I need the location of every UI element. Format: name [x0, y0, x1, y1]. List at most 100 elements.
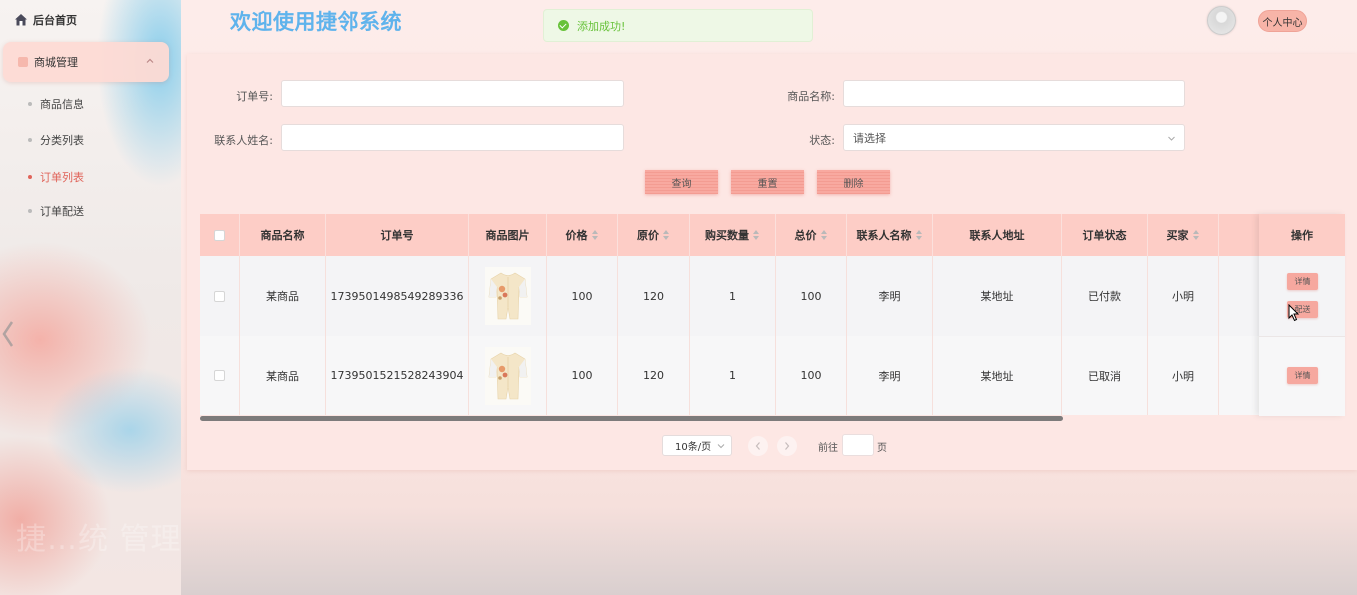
bullet-icon [28, 138, 32, 142]
prev-page-button[interactable] [748, 436, 768, 456]
goods-image-cell [469, 256, 547, 336]
sort-icon[interactable] [591, 230, 599, 240]
table-header: 商品名称 订单号 商品图片 价格 原价 购买数量 总价 联系人名称 联系人地址 … [200, 214, 1345, 256]
column-header-sortable[interactable]: 价格 [547, 214, 618, 256]
buyer-cell: 小明 [1148, 256, 1219, 336]
row-select-cell [200, 256, 240, 336]
original-price-cell: 120 [618, 256, 690, 336]
goods-name-cell: 某商品 [240, 256, 326, 336]
page-size-select[interactable]: 10条/页 [662, 435, 732, 456]
operations-column: 操作 详情 配送 详情 [1259, 214, 1345, 416]
sort-icon[interactable] [753, 230, 760, 240]
goods-name-input[interactable] [843, 80, 1185, 107]
sidebar-home[interactable]: 后台首页 [14, 11, 77, 29]
page-title: 欢迎使用捷邻系统 [230, 10, 402, 34]
reset-button[interactable]: 重置 [731, 170, 804, 194]
operations-cell: 详情 [1259, 337, 1345, 416]
chevron-down-icon [717, 444, 725, 449]
query-button[interactable]: 查询 [645, 170, 718, 194]
mouse-cursor-icon [1288, 304, 1300, 322]
column-header-sortable[interactable]: 联系人名称 [847, 214, 933, 256]
column-header-sortable[interactable]: 买家 [1148, 214, 1219, 256]
column-header-label: 价格 [565, 229, 588, 242]
contact-name-label: 联系人姓名: [214, 134, 273, 147]
order-no-input[interactable] [281, 80, 624, 107]
column-header-label: 商品图片 [485, 229, 530, 242]
total-price-cell: 100 [776, 256, 847, 336]
order-status-cell: 已付款 [1062, 256, 1148, 336]
column-header-label: 总价 [794, 229, 817, 242]
sidebar-item-order-delivery[interactable]: 订单配送 [28, 203, 84, 219]
page-jump-input[interactable] [842, 434, 874, 456]
sort-icon[interactable] [820, 230, 828, 240]
bullet-icon [28, 209, 32, 213]
price-cell: 100 [547, 256, 618, 336]
sidebar-item-order-list[interactable]: 订单列表 [28, 169, 84, 185]
check-circle-icon [558, 20, 569, 31]
quantity-cell: 1 [690, 256, 776, 336]
chevron-left-icon[interactable] [0, 318, 16, 350]
bullet-icon [28, 175, 32, 179]
order-no-cell: 1739501498549289336 [326, 256, 469, 336]
profile-center-button[interactable]: 个人中心 [1258, 10, 1307, 32]
sort-icon[interactable] [1192, 230, 1200, 240]
detail-button[interactable]: 详情 [1287, 367, 1318, 384]
buyer-cell: 小明 [1148, 336, 1219, 415]
orders-table: 商品名称 订单号 商品图片 价格 原价 购买数量 总价 联系人名称 联系人地址 … [200, 214, 1345, 416]
contact-name-input[interactable] [281, 124, 624, 151]
column-header-sortable[interactable]: 总价 [776, 214, 847, 256]
page-suffix-label: 页 [877, 443, 887, 454]
baby-romper-image[interactable] [484, 267, 531, 325]
operations-cell: 详情 配送 [1259, 256, 1345, 337]
order-no-label: 订单号: [236, 90, 273, 103]
status-label: 状态: [809, 134, 835, 147]
row-checkbox[interactable] [214, 290, 225, 302]
goto-label: 前往 [818, 443, 838, 454]
goods-name-label: 商品名称: [787, 90, 835, 103]
table-row: 某商品 1739501521528243904 100 120 1 100 李明… [200, 336, 1345, 415]
detail-button[interactable]: 详情 [1287, 273, 1318, 290]
order-no-cell: 1739501521528243904 [326, 336, 469, 415]
sidebar: 后台首页 商城管理 商品信息 分类列表 订单列表 订单配送 捷…统 管理端2 [0, 0, 181, 595]
store-icon [18, 57, 28, 67]
contact-address-cell: 某地址 [933, 336, 1062, 415]
total-price-cell: 100 [776, 336, 847, 415]
table-horizontal-scrollbar[interactable] [200, 416, 1063, 421]
column-header: 联系人地址 [933, 214, 1062, 256]
column-header-label: 商品名称 [260, 229, 305, 242]
baby-romper-image[interactable] [484, 346, 531, 405]
row-checkbox[interactable] [214, 370, 225, 381]
price-cell: 100 [547, 336, 618, 415]
column-header-label: 原价 [637, 229, 659, 242]
column-header-sortable[interactable]: 购买数量 [690, 214, 776, 256]
row-select-cell [200, 336, 240, 415]
status-select[interactable]: 请选择 [843, 124, 1185, 151]
sidebar-home-label: 后台首页 [33, 14, 77, 27]
sidebar-group-label: 商城管理 [34, 56, 78, 69]
column-header: 商品图片 [469, 214, 547, 256]
sort-icon[interactable] [915, 230, 923, 240]
success-toast: 添加成功! [543, 9, 813, 42]
goods-image-cell [469, 336, 547, 415]
column-header: 订单状态 [1062, 214, 1148, 256]
column-header: 订单号 [326, 214, 469, 256]
chevron-down-icon [1168, 136, 1175, 141]
sidebar-item-label: 商品信息 [40, 98, 84, 111]
sidebar-group-mall[interactable]: 商城管理 [3, 42, 169, 82]
status-select-value: 请选择 [853, 131, 886, 145]
sidebar-item-category-list[interactable]: 分类列表 [28, 132, 84, 148]
sort-icon[interactable] [663, 230, 670, 240]
avatar[interactable] [1207, 6, 1236, 35]
delete-button[interactable]: 删除 [817, 170, 890, 194]
chevron-left-icon [755, 442, 760, 450]
sidebar-item-goods-info[interactable]: 商品信息 [28, 96, 84, 112]
chevron-up-icon [146, 58, 154, 63]
column-header-sortable[interactable]: 原价 [618, 214, 690, 256]
original-price-cell: 120 [618, 336, 690, 415]
quantity-cell: 1 [690, 336, 776, 415]
column-header-label: 买家 [1166, 229, 1189, 242]
next-page-button[interactable] [777, 436, 797, 456]
select-all-checkbox[interactable] [214, 229, 225, 241]
contact-address-cell: 某地址 [933, 256, 1062, 336]
contact-name-cell: 李明 [847, 256, 933, 336]
